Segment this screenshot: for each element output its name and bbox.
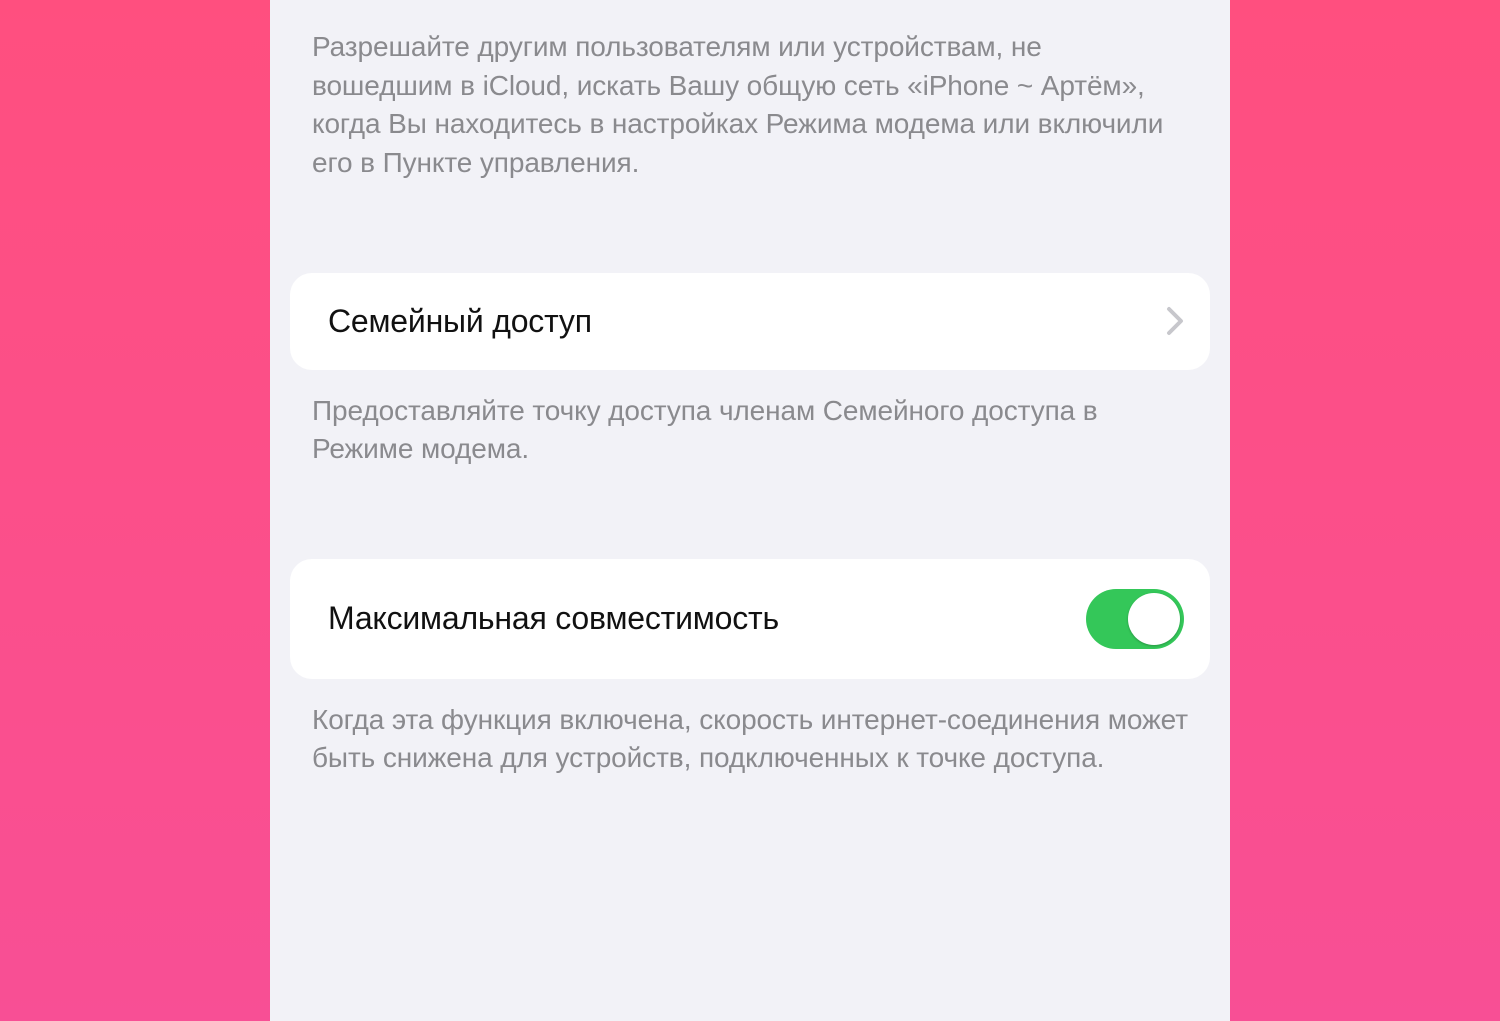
- toggle-knob: [1128, 593, 1180, 645]
- allow-others-description: Разрешайте другим пользователям или устр…: [270, 0, 1230, 183]
- max-compat-group: Максимальная совместимость Когда эта фун…: [270, 559, 1230, 778]
- max-compat-footer: Когда эта функция включена, скорость инт…: [270, 679, 1230, 778]
- family-sharing-row[interactable]: Семейный доступ: [290, 273, 1210, 370]
- chevron-right-icon: [1166, 306, 1184, 336]
- max-compat-toggle[interactable]: [1086, 589, 1184, 649]
- settings-panel: Разрешайте другим пользователям или устр…: [270, 0, 1230, 1021]
- family-sharing-footer: Предоставляйте точку доступа членам Семе…: [270, 370, 1230, 469]
- family-sharing-label: Семейный доступ: [328, 303, 592, 340]
- max-compat-row: Максимальная совместимость: [290, 559, 1210, 679]
- max-compat-label: Максимальная совместимость: [328, 600, 779, 637]
- family-sharing-group: Семейный доступ Предоставляйте точку дос…: [270, 273, 1230, 469]
